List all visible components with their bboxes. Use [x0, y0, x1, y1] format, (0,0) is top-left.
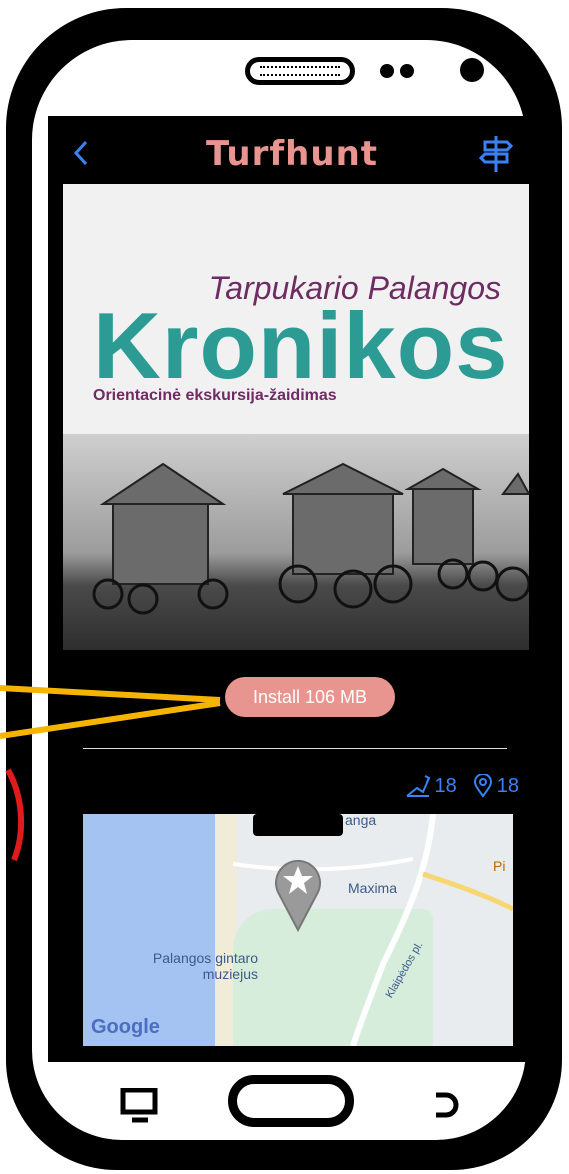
annotation-overlay	[0, 685, 221, 862]
